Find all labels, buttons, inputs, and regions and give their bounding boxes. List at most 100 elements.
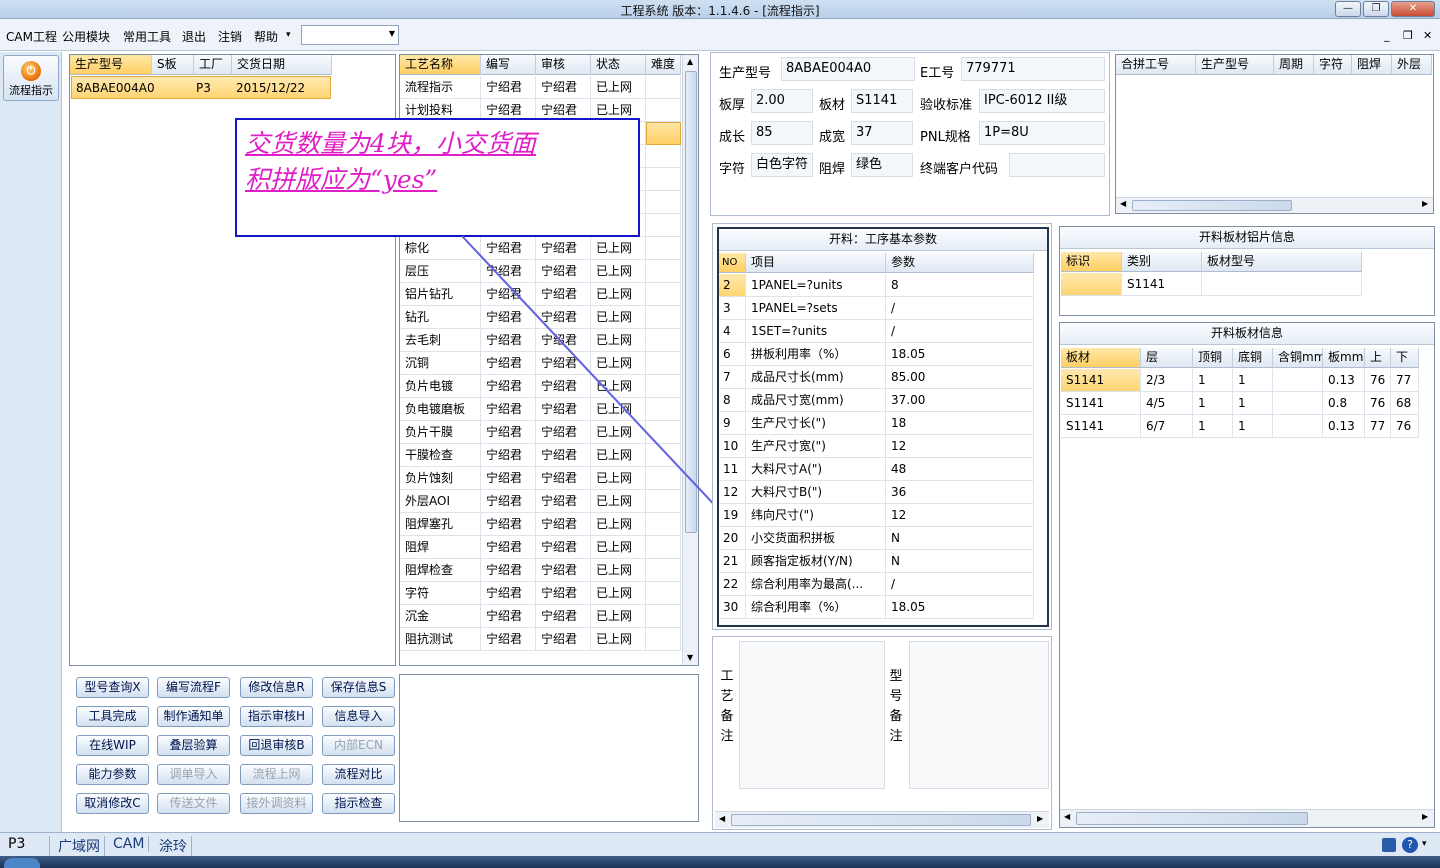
action-button-2-1[interactable]: 叠层验算 — [157, 735, 230, 756]
action-button-0-0[interactable]: 型号查询X — [76, 677, 149, 698]
params-cell-2[interactable]: N — [886, 527, 1034, 550]
params-cell-0[interactable]: 11 — [719, 458, 746, 481]
sheet-cell-7[interactable]: 77 — [1391, 369, 1419, 392]
params-cell-0[interactable]: 3 — [719, 297, 746, 320]
params-cell-0[interactable]: 2 — [719, 274, 746, 297]
merge-header-3[interactable]: 字符 — [1314, 55, 1352, 75]
action-button-1-3[interactable]: 信息导入 — [322, 706, 395, 727]
status-tab-wan[interactable]: 广域网 — [54, 836, 105, 856]
action-button-4-2[interactable]: 接外调资料 — [240, 793, 313, 814]
alu-header-model[interactable]: 板材型号 — [1202, 252, 1362, 272]
action-button-2-3[interactable]: 内部ECN — [322, 735, 395, 756]
params-cell-0[interactable]: 21 — [719, 550, 746, 573]
action-button-3-0[interactable]: 能力参数 — [76, 764, 149, 785]
params-cell-1[interactable]: 拼板利用率（%） — [746, 343, 886, 366]
memo-box[interactable] — [399, 674, 699, 822]
params-cell-2[interactable]: 8 — [886, 274, 1034, 297]
sheet-header-3[interactable]: 底铜 — [1233, 348, 1273, 368]
params-header-0[interactable]: NO — [719, 253, 746, 273]
sheet-cell-6[interactable]: 77 — [1365, 415, 1391, 438]
sheet-cell-2[interactable]: 1 — [1193, 369, 1233, 392]
params-cell-0[interactable]: 6 — [719, 343, 746, 366]
scroll-right-icon[interactable]: ▶ — [1422, 199, 1428, 208]
params-cell-0[interactable]: 12 — [719, 481, 746, 504]
action-button-1-0[interactable]: 工具完成 — [76, 706, 149, 727]
params-cell-0[interactable]: 19 — [719, 504, 746, 527]
params-cell-1[interactable]: 纬向尺寸(") — [746, 504, 886, 527]
params-cell-1[interactable]: 1SET=?units — [746, 320, 886, 343]
scroll-right-icon[interactable]: ▶ — [1037, 814, 1043, 823]
action-button-4-3[interactable]: 指示检查 — [322, 793, 395, 814]
sheet-header-2[interactable]: 顶铜 — [1193, 348, 1233, 368]
merge-header-1[interactable]: 生产型号 — [1196, 55, 1274, 75]
keyboard-icon[interactable] — [1382, 838, 1396, 852]
scroll-left-icon[interactable]: ◀ — [1120, 199, 1126, 208]
remarks-scroll-thumb[interactable] — [731, 814, 1031, 826]
params-cell-2[interactable]: 12 — [886, 435, 1034, 458]
scroll-left-icon[interactable]: ◀ — [1064, 812, 1070, 821]
eng-field[interactable]: 779771 — [961, 57, 1105, 81]
sheet-cell-1[interactable]: 6/7 — [1141, 415, 1193, 438]
scroll-right-icon[interactable]: ▶ — [1422, 812, 1428, 821]
width-field[interactable]: 37 — [851, 121, 913, 145]
sheet-cell-0[interactable]: S1141 — [1061, 369, 1141, 392]
model-field[interactable]: 8ABAE004A0 — [781, 57, 915, 81]
sheet-header-0[interactable]: 板材 — [1061, 348, 1141, 368]
params-cell-1[interactable]: 成品尺寸宽(mm) — [746, 389, 886, 412]
params-cell-2[interactable]: 85.00 — [886, 366, 1034, 389]
alu-header-type[interactable]: 类别 — [1122, 252, 1202, 272]
params-cell-0[interactable]: 9 — [719, 412, 746, 435]
action-button-1-1[interactable]: 制作通知单 — [157, 706, 230, 727]
sheet-cell-2[interactable]: 1 — [1193, 392, 1233, 415]
params-cell-2[interactable]: 37.00 — [886, 389, 1034, 412]
params-cell-0[interactable]: 30 — [719, 596, 746, 619]
sheet-cell-3[interactable]: 1 — [1233, 392, 1273, 415]
remarks-hscrollbar[interactable]: ◀ ▶ — [715, 811, 1049, 828]
sheet-header-1[interactable]: 层 — [1141, 348, 1193, 368]
sheet-cell-4[interactable] — [1273, 369, 1323, 392]
length-field[interactable]: 85 — [751, 121, 813, 145]
sheet-cell-1[interactable]: 4/5 — [1141, 392, 1193, 415]
action-button-3-1[interactable]: 调单导入 — [157, 764, 230, 785]
params-cell-1[interactable]: 大料尺寸B(") — [746, 481, 886, 504]
merge-header-4[interactable]: 阻焊 — [1352, 55, 1392, 75]
action-button-0-2[interactable]: 修改信息R — [240, 677, 313, 698]
sheet-cell-1[interactable]: 2/3 — [1141, 369, 1193, 392]
params-cell-2[interactable]: 18 — [886, 412, 1034, 435]
params-cell-1[interactable]: 综合利用率为最高(... — [746, 573, 886, 596]
params-cell-1[interactable]: 大料尺寸A(") — [746, 458, 886, 481]
alu-cell-model[interactable] — [1202, 273, 1362, 296]
scroll-left-icon[interactable]: ◀ — [719, 814, 725, 823]
alu-cell-type[interactable]: S1141 — [1122, 273, 1202, 296]
params-header-2[interactable]: 参数 — [886, 253, 1034, 273]
standard-field[interactable]: IPC-6012 II级 — [979, 89, 1105, 113]
action-button-4-1[interactable]: 传送文件 — [157, 793, 230, 814]
action-button-0-1[interactable]: 编写流程F — [157, 677, 230, 698]
action-button-3-2[interactable]: 流程上网 — [240, 764, 313, 785]
char-field[interactable]: 白色字符 — [751, 153, 813, 177]
merge-hscrollbar[interactable]: ◀ ▶ — [1116, 197, 1433, 213]
params-cell-2[interactable]: 48 — [886, 458, 1034, 481]
params-cell-2[interactable]: / — [886, 297, 1034, 320]
params-header-1[interactable]: 项目 — [746, 253, 886, 273]
params-cell-0[interactable]: 8 — [719, 389, 746, 412]
params-cell-2[interactable]: 36 — [886, 481, 1034, 504]
thickness-field[interactable]: 2.00 — [751, 89, 813, 113]
params-cell-1[interactable]: 1PANEL=?sets — [746, 297, 886, 320]
action-button-1-2[interactable]: 指示审核H — [240, 706, 313, 727]
action-button-0-3[interactable]: 保存信息S — [322, 677, 395, 698]
start-orb-icon[interactable] — [4, 858, 40, 868]
sheet-cell-4[interactable] — [1273, 392, 1323, 415]
sheet-scroll-thumb[interactable] — [1076, 812, 1308, 825]
action-button-3-3[interactable]: 流程对比 — [322, 764, 395, 785]
sheet-cell-5[interactable]: 0.13 — [1323, 415, 1365, 438]
merge-header-0[interactable]: 合拼工号 — [1116, 55, 1196, 75]
status-tab-cam[interactable]: CAM — [109, 836, 150, 852]
sheet-cell-3[interactable]: 1 — [1233, 415, 1273, 438]
sheet-header-4[interactable]: 含铜mm — [1273, 348, 1323, 368]
merge-header-2[interactable]: 周期 — [1274, 55, 1314, 75]
params-cell-2[interactable]: 18.05 — [886, 596, 1034, 619]
sheet-cell-6[interactable]: 76 — [1365, 392, 1391, 415]
params-cell-0[interactable]: 22 — [719, 573, 746, 596]
sheet-cell-6[interactable]: 76 — [1365, 369, 1391, 392]
